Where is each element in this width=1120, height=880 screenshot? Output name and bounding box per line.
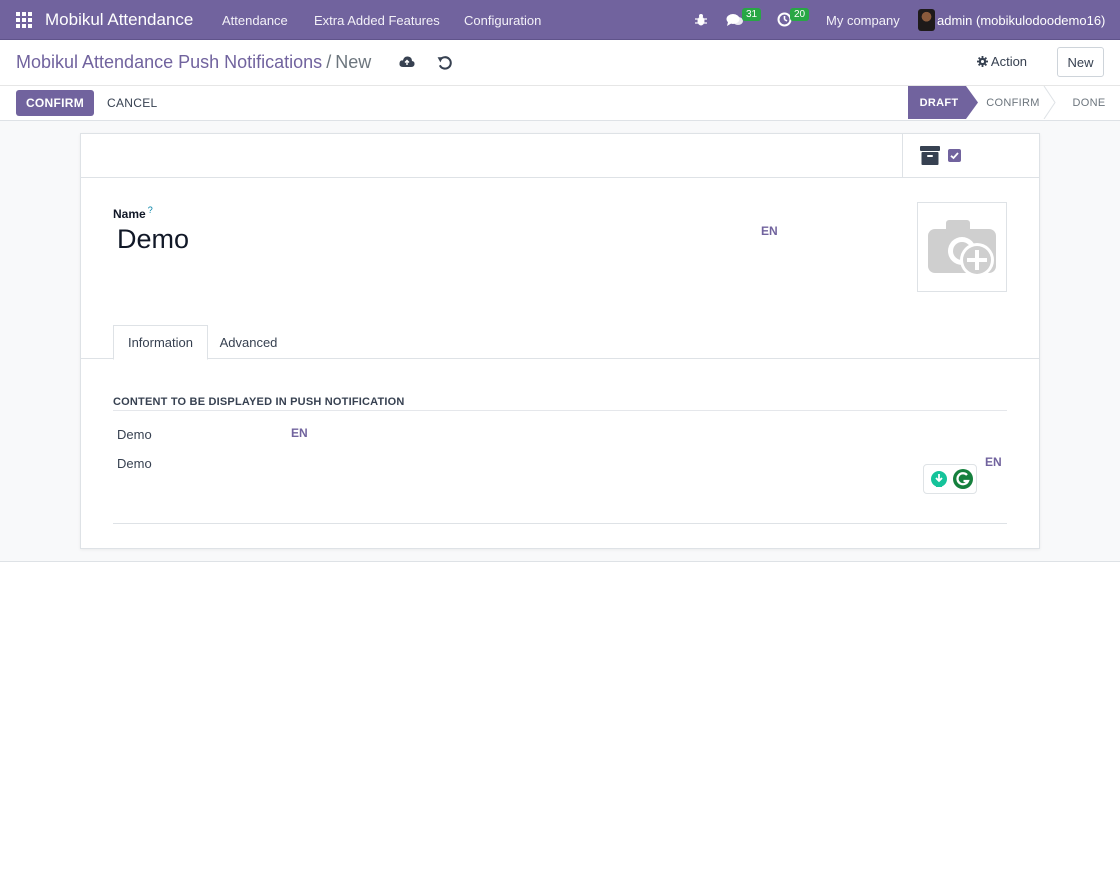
stage-done[interactable]: DONE [1058,86,1120,119]
active-checkbox[interactable] [948,149,961,162]
discard-undo-icon[interactable] [437,55,453,71]
content-row-language-button[interactable]: EN [985,455,1002,469]
name-field-label: Name? [113,205,153,221]
divider [113,410,1007,411]
tab-advanced[interactable]: Advanced [211,325,286,359]
content-row-label[interactable]: Demo [117,456,152,471]
user-menu[interactable]: admin (mobikulodoodemo16) [937,13,1105,28]
grammarly-icon [931,469,973,489]
breadcrumb-separator: / [326,52,332,72]
name-input[interactable]: Demo [117,224,189,255]
apps-grid-icon[interactable] [16,12,32,28]
form-sheet: Name? Demo EN Information Advanced CONTE… [80,133,1040,549]
new-button[interactable]: New [1057,47,1104,77]
grammarly-widget[interactable] [923,464,977,494]
confirm-button[interactable]: CONFIRM [16,90,94,116]
camera-plus-icon [928,220,996,277]
divider [902,134,903,178]
tab-information[interactable]: Information [113,325,208,360]
section-title: CONTENT TO BE DISPLAYED IN PUSH NOTIFICA… [113,396,405,408]
menu-configuration[interactable]: Configuration [464,13,541,28]
statusbar: DRAFT CONFIRM DONE [908,86,1120,119]
avatar[interactable] [918,9,935,31]
stage-draft[interactable]: DRAFT [908,86,978,119]
stage-confirm[interactable]: CONFIRM [978,86,1048,119]
control-panel: Mobikul Attendance Push Notifications / Ne… [0,40,1120,121]
check-icon [950,152,959,160]
top-navbar: Mobikul Attendance Attendance Extra Adde… [0,0,1120,40]
name-label-text: Name [113,207,146,221]
name-language-button[interactable]: EN [761,224,778,238]
notebook-tabs: Information Advanced [81,325,1039,360]
app-name[interactable]: Mobikul Attendance [45,10,193,30]
menu-extra-added-features[interactable]: Extra Added Features [314,13,440,28]
cancel-button[interactable]: CANCEL [107,96,157,110]
archive-icon[interactable] [920,146,940,165]
button-box [81,134,1039,178]
breadcrumb-parent[interactable]: Mobikul Attendance Push Notifications [16,52,322,72]
content-row-language-button[interactable]: EN [291,426,308,440]
menu-attendance[interactable]: Attendance [222,13,288,28]
help-tooltip-icon[interactable]: ? [148,205,153,215]
image-upload[interactable] [917,202,1007,292]
content-row-label[interactable]: Demo [117,427,152,442]
messages-badge: 31 [742,8,762,21]
company-switcher[interactable]: My company [826,13,900,28]
action-menu-button[interactable]: Action [977,54,1027,69]
gear-icon [977,56,988,67]
breadcrumb-current: New [335,52,372,72]
divider [113,523,1007,524]
breadcrumb: Mobikul Attendance Push Notifications / Ne… [16,52,371,73]
form-view: Name? Demo EN Information Advanced CONTE… [0,121,1120,562]
save-cloud-icon[interactable] [399,54,415,70]
bug-icon[interactable] [694,13,708,27]
activities-badge: 20 [790,8,810,21]
action-label: Action [990,54,1028,69]
